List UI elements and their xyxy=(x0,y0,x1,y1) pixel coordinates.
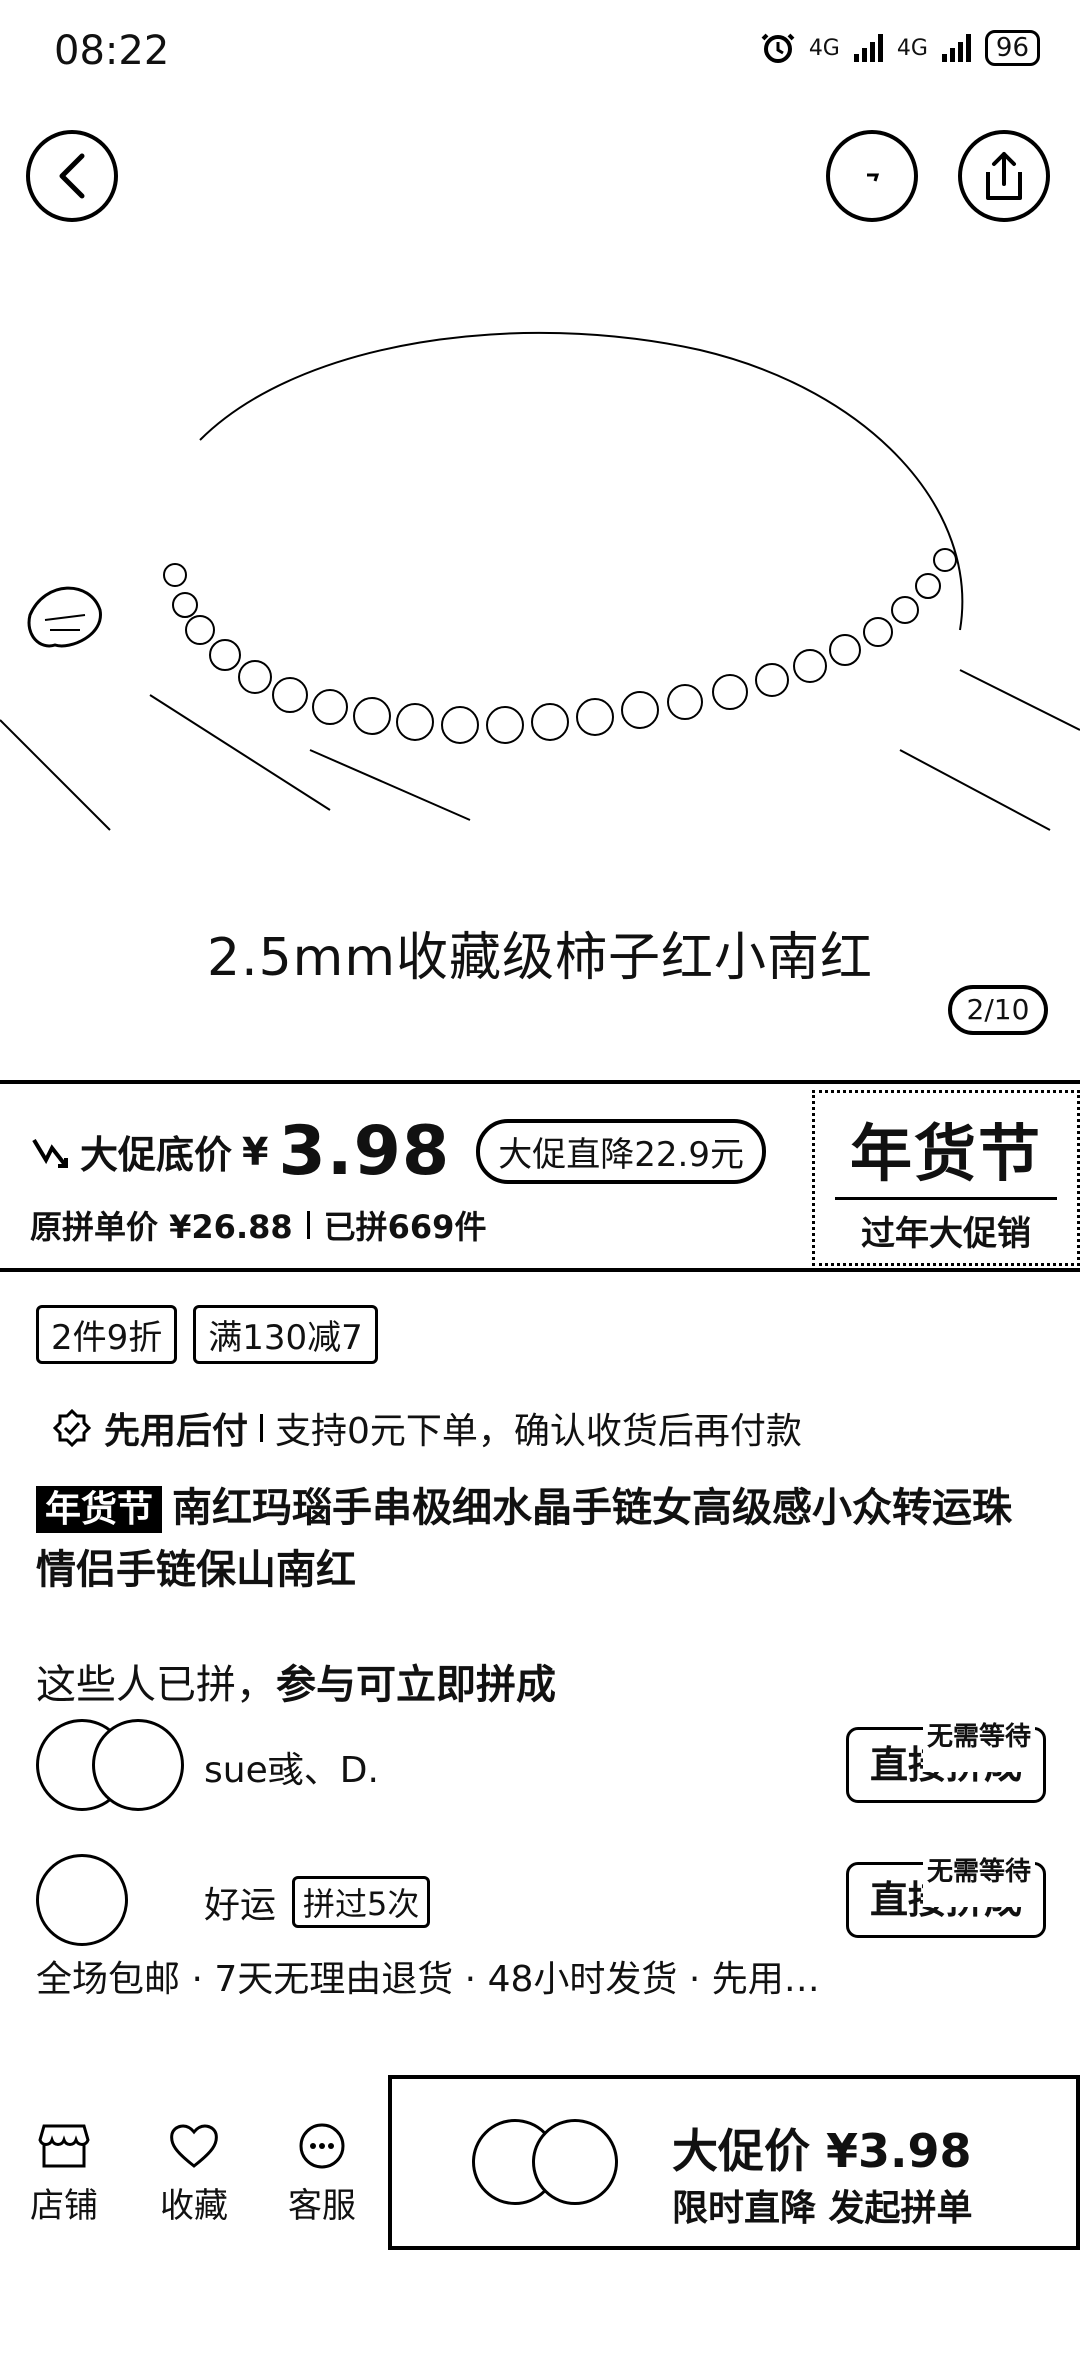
discount-tag[interactable]: 满130减7 xyxy=(193,1305,378,1364)
pay-later-desc: 支持0元下单，确认收货后再付款 xyxy=(275,1411,802,1452)
festival-title: 年货节 xyxy=(849,1117,1042,1190)
divider xyxy=(306,1211,310,1239)
avatar xyxy=(92,1719,184,1811)
share-button[interactable] xyxy=(958,130,1050,222)
customer-service-button[interactable]: 客服 xyxy=(262,2122,382,2227)
signal-icon-2 xyxy=(941,34,971,62)
cta-sub-label: 限时直降 发起拼单 xyxy=(672,2188,973,2229)
signal-icon xyxy=(853,34,883,62)
no-wait-hint: 无需等待 xyxy=(922,1702,1035,1772)
product-title: 南红玛瑙手串极细水晶手链女高级感小众转运珠情侣手链保山南红 xyxy=(36,1485,1013,1593)
pay-later-row[interactable]: 先用后付 支持0元下单，确认收货后再付款 xyxy=(52,1402,802,1454)
image-caption: 2.5mm收藏级柿子红小南红 xyxy=(206,928,873,988)
no-wait-hint: 无需等待 xyxy=(922,1837,1035,1907)
alarm-icon xyxy=(761,33,795,63)
network-label-1: 4G xyxy=(808,35,840,61)
cta-price-label: 大促价 ¥3.98 xyxy=(672,2124,972,2178)
group-heading-bold: 参与可立即拼成 xyxy=(276,1662,556,1708)
sold-count: 已拼669件 xyxy=(323,1208,487,1246)
battery-icon: 96 xyxy=(984,30,1040,66)
user-name: sue彧、D. xyxy=(204,1750,379,1791)
festival-badge: 年货节 过年大促销 xyxy=(812,1090,1080,1266)
discount-tag[interactable]: 2件9折 xyxy=(36,1305,178,1364)
promo-label: 大促底价 xyxy=(80,1133,233,1177)
avatar xyxy=(36,1854,128,1946)
image-pager: 2/10 xyxy=(948,985,1048,1035)
share-icon xyxy=(986,152,1022,200)
service-guarantees[interactable]: 全场包邮 · 7天无理由退货 · 48小时发货 · 先用… xyxy=(36,1950,820,2002)
network-label-2: 4G xyxy=(896,35,928,61)
product-title-block: 年货节 南红玛瑙手串极细水晶手链女高级感小众转运珠情侣手链保山南红 xyxy=(36,1478,1036,1600)
join-group-button[interactable]: 无需等待 直接拼成 xyxy=(846,1702,1046,1803)
join-group-button[interactable]: 无需等待 直接拼成 xyxy=(846,1837,1046,1938)
promo-sub-line: 原拼单价 ¥26.88 已拼669件 xyxy=(30,1202,486,1248)
avatar xyxy=(532,2119,618,2205)
festival-subtitle: 过年大促销 xyxy=(835,1197,1057,1255)
discount-tags: 2件9折 满130减7 xyxy=(36,1305,378,1364)
user-name: 好运 xyxy=(204,1885,277,1926)
favorite-label: 收藏 xyxy=(160,2186,228,2226)
service-label: 客服 xyxy=(288,2186,356,2226)
shop-button[interactable]: 店铺 xyxy=(4,2122,124,2227)
store-icon xyxy=(38,2124,90,2168)
favorite-top-button[interactable] xyxy=(826,130,918,222)
favorite-button[interactable]: 收藏 xyxy=(134,2122,254,2227)
user-info: sue彧、D. xyxy=(204,1741,379,1793)
heart-outline-icon xyxy=(867,173,880,182)
promo-price-line: 大促底价 ¥ 3.98 大促直降22.9元 xyxy=(30,1112,766,1191)
trend-down-icon xyxy=(32,1138,68,1168)
group-count-badge: 拼过5次 xyxy=(292,1876,431,1928)
status-time: 08:22 xyxy=(54,28,170,74)
pay-later-title: 先用后付 xyxy=(104,1411,249,1452)
heart-icon xyxy=(170,2124,218,2168)
festival-inline-tag: 年货节 xyxy=(36,1486,163,1533)
status-icons: 4G 4G 96 xyxy=(761,30,1040,66)
gesture-bar xyxy=(0,2330,1080,2375)
start-group-buy-button[interactable]: 大促价 ¥3.98 限时直降 发起拼单 xyxy=(388,2075,1080,2250)
promo-price: 3.98 xyxy=(278,1112,451,1191)
promo-currency: ¥ xyxy=(242,1129,269,1174)
chat-bubble-icon xyxy=(299,2123,345,2169)
price-drop-tag: 大促直降22.9元 xyxy=(476,1119,766,1184)
back-button[interactable] xyxy=(26,130,118,222)
divider xyxy=(260,1414,264,1442)
group-heading: 这些人已拼，参与可立即拼成 xyxy=(36,1652,556,1710)
chevron-left-icon xyxy=(59,153,85,199)
promo-banner: 大促底价 ¥ 3.98 大促直降22.9元 原拼单价 ¥26.88 已拼669件… xyxy=(0,1080,1080,1272)
badge-check-icon xyxy=(52,1408,92,1448)
user-info: 好运 拼过5次 xyxy=(204,1876,431,1928)
group-heading-normal: 这些人已拼， xyxy=(36,1662,276,1708)
group-user-row: sue彧、D. 无需等待 直接拼成 xyxy=(36,1702,1046,1815)
group-user-row: 好运 拼过5次 无需等待 直接拼成 xyxy=(36,1837,1046,1950)
original-price: 原拼单价 ¥26.88 xyxy=(30,1208,293,1246)
shop-label: 店铺 xyxy=(30,2186,98,2226)
status-bar: 08:22 4G 4G 96 xyxy=(0,0,1080,110)
